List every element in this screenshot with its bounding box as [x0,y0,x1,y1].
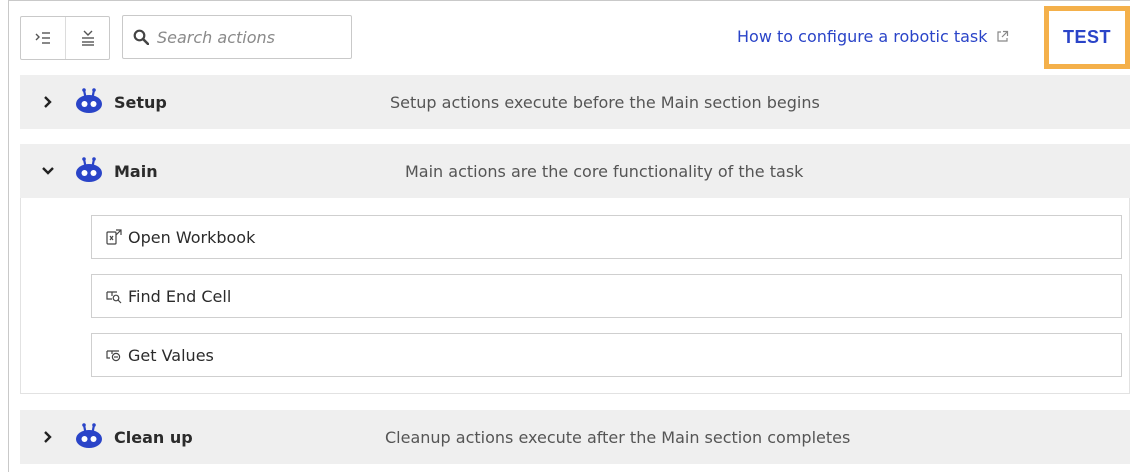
search-icon [133,29,149,45]
search-box[interactable] [122,15,352,59]
find-cell-icon [104,286,124,306]
section-header-setup[interactable]: Setup Setup actions execute before the M… [20,75,1130,129]
section-title: Clean up [114,427,193,447]
robot-icon [75,423,103,453]
action-open-workbook[interactable]: Open Workbook [91,215,1122,259]
search-input[interactable] [157,27,337,47]
collapse-all-icon [81,30,94,46]
section-header-cleanup[interactable]: Clean up Cleanup actions execute after t… [20,410,1130,464]
action-get-values[interactable]: Get Values [91,333,1122,377]
section-title: Setup [114,92,167,112]
toolbar [20,15,352,61]
external-link-icon [996,30,1009,43]
expand-collapse-group [20,16,110,60]
expand-all-icon [35,32,50,44]
robot-icon [75,157,103,187]
section-title: Main [114,161,158,181]
chevron-right-icon[interactable] [40,94,56,110]
expand-all-button[interactable] [21,17,65,59]
open-workbook-icon [104,227,124,247]
section-description: Main actions are the core functionality … [405,161,804,181]
section-description: Cleanup actions execute after the Main s… [385,427,851,447]
robot-icon [75,88,103,118]
get-values-icon [104,345,124,365]
section-main: Main Main actions are the core functiona… [20,144,1130,394]
section-setup: Setup Setup actions execute before the M… [20,75,1130,129]
action-find-end-cell[interactable]: Find End Cell [91,274,1122,318]
chevron-down-icon[interactable] [40,163,56,179]
help-link[interactable]: How to configure a robotic task [737,27,1009,46]
test-button[interactable]: TEST [1044,6,1130,69]
section-header-main[interactable]: Main Main actions are the core functiona… [20,144,1130,198]
chevron-right-icon[interactable] [40,429,56,445]
help-link-label[interactable]: How to configure a robotic task [737,27,988,46]
action-label: Open Workbook [128,227,256,247]
collapse-all-button[interactable] [65,17,109,59]
action-label: Find End Cell [128,286,232,306]
section-description: Setup actions execute before the Main se… [390,92,820,112]
section-cleanup: Clean up Cleanup actions execute after t… [20,410,1130,464]
action-label: Get Values [128,345,214,365]
main-actions-list: Open Workbook Find End Cell Get Values [20,198,1130,394]
